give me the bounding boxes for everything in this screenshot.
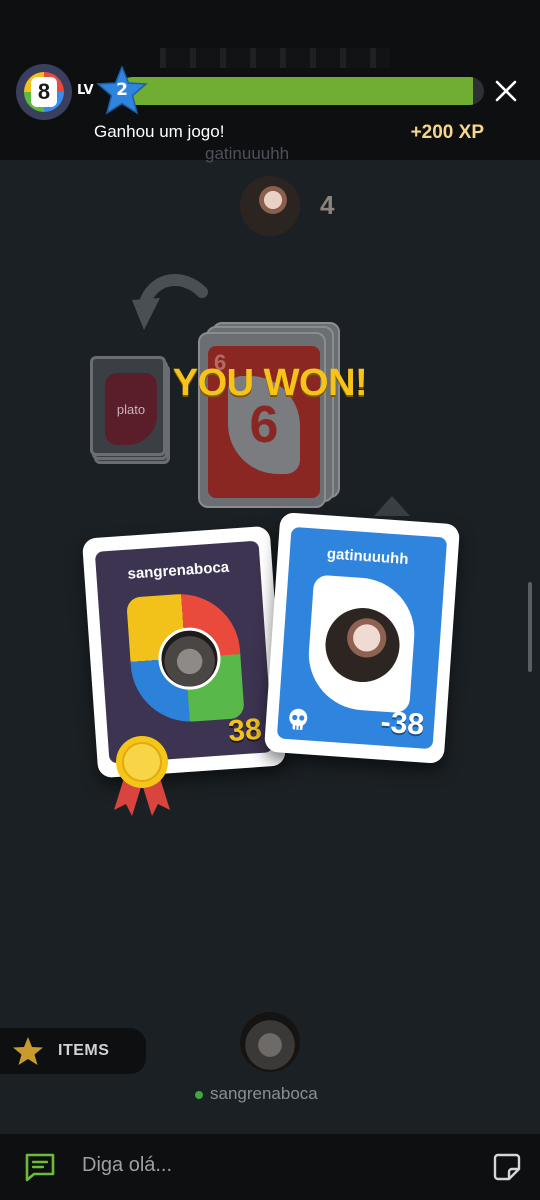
winner-name: sangrenaboca [126, 558, 230, 583]
notification-text: Ganhou um jogo! [94, 122, 225, 141]
game-logo-number: 8 [31, 77, 57, 107]
player-name: sangrenaboca [210, 1084, 318, 1103]
player-avatar[interactable] [240, 1012, 300, 1072]
star-icon [13, 1037, 43, 1065]
close-button[interactable] [494, 79, 518, 103]
loser-card: gatinuuuhh -38 [263, 512, 461, 764]
level-value: 2 [116, 80, 128, 100]
chat-icon[interactable] [24, 1152, 56, 1182]
xp-progress-bar [118, 77, 484, 105]
level-star-badge: 2 [96, 65, 148, 116]
opponent-avatar[interactable] [240, 176, 300, 236]
opponent-name: gatinuuuhh [205, 144, 290, 163]
medal-icon [114, 736, 170, 816]
top-notification-bar: 8 LV 2 Ganhou um jogo! +200 XP [0, 0, 540, 160]
direction-arrow-icon [132, 274, 208, 330]
winner-card-face: sangrenaboca 38 [94, 540, 274, 764]
items-button[interactable]: ITEMS [0, 1028, 146, 1074]
loser-score: -38 [379, 705, 426, 742]
items-label: ITEMS [58, 1042, 110, 1059]
opponent-card-count: 4 [320, 190, 335, 220]
discard-pile: 6 6 [198, 322, 342, 512]
xp-progress-fill [118, 77, 474, 105]
scrollbar-thumb[interactable] [528, 582, 532, 672]
game-logo: 8 [16, 64, 72, 120]
loser-name: gatinuuuhh [326, 545, 410, 569]
online-status-dot [195, 1091, 203, 1099]
winner-score: 38 [227, 712, 263, 749]
faded-background-strip [160, 48, 390, 68]
chat-input[interactable]: Diga olá... [82, 1154, 462, 1182]
sticker-icon[interactable] [492, 1152, 522, 1182]
level-label: LV [77, 83, 94, 98]
chat-bar: Diga olá... [0, 1134, 540, 1200]
close-icon[interactable] [494, 79, 518, 103]
xp-gain: +200 XP [410, 122, 484, 143]
game-logo-wheel: 8 [24, 72, 64, 112]
loser-card-face: gatinuuuhh -38 [276, 526, 448, 750]
skull-icon [289, 708, 308, 730]
result-banner: YOU WON! [172, 362, 368, 404]
pile-top-card: 6 6 [198, 332, 326, 508]
